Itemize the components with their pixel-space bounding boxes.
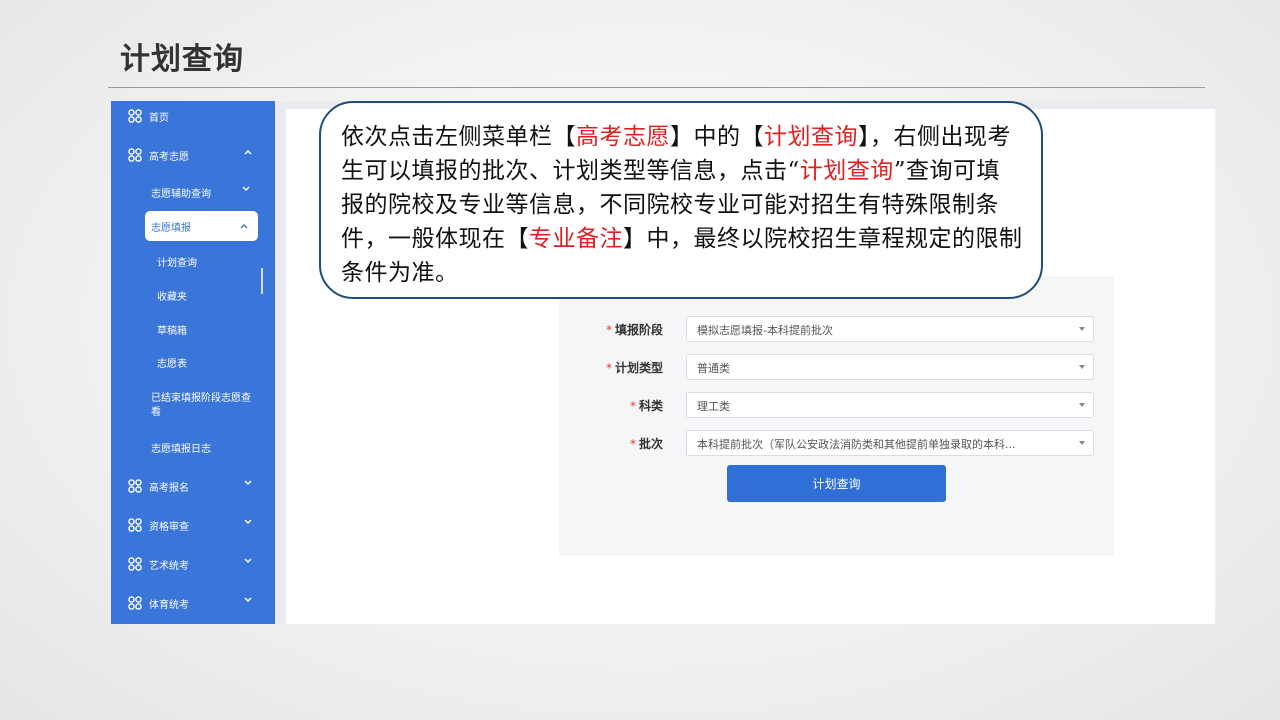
chevron-down-icon xyxy=(244,558,252,563)
sidebar-item-label: 志愿表 xyxy=(157,359,187,370)
form-row-subject: * 科类 理工类 xyxy=(559,392,1114,418)
chevron-down-icon xyxy=(242,186,250,191)
caret-down-icon xyxy=(1079,365,1085,369)
title-divider xyxy=(108,87,1205,88)
field-label: * 批次 xyxy=(630,435,663,452)
grid-icon xyxy=(128,596,142,610)
field-label-text: 批次 xyxy=(638,437,663,451)
instruction-callout: 依次点击左侧菜单栏【高考志愿】中的【计划查询】，右侧出现考生可以填报的批次、计划… xyxy=(319,101,1043,299)
grid-icon xyxy=(128,148,142,162)
select-value: 本科提前批次（军队公安政法消防类和其他提前单独录取的本科... xyxy=(697,438,1016,451)
select-value: 模拟志愿填报-本科提前批次 xyxy=(697,324,833,337)
caret-down-icon xyxy=(1079,327,1085,331)
sidebar-item-label: 高考报名 xyxy=(149,483,189,494)
sidebar-item-qualification[interactable]: 资格审查 xyxy=(111,511,275,539)
sidebar-item-log[interactable]: 志愿填报日志 xyxy=(111,433,275,461)
field-label-text: 填报阶段 xyxy=(614,323,663,337)
sidebar-item-label: 体育统考 xyxy=(149,600,189,611)
sidebar-item-assist-query[interactable]: 志愿辅助查询 xyxy=(111,178,275,206)
batch-select[interactable]: 本科提前批次（军队公安政法消防类和其他提前单独录取的本科... xyxy=(686,430,1094,456)
field-label: * 计划类型 xyxy=(606,359,663,376)
sidebar-item-home[interactable]: 首页 xyxy=(111,102,275,130)
grid-icon xyxy=(128,557,142,571)
sidebar-item-label: 志愿填报日志 xyxy=(151,444,211,455)
sidebar-item-label: 艺术统考 xyxy=(149,561,189,572)
sidebar-item-ended-view[interactable]: 已结束填报阶段志愿查看 xyxy=(111,385,275,423)
field-label: * 科类 xyxy=(630,397,663,414)
required-mark: * xyxy=(605,361,612,375)
sidebar-item-label: 已结束填报阶段志愿查看 xyxy=(151,393,251,418)
chevron-up-icon xyxy=(244,150,252,155)
grid-icon xyxy=(128,109,142,123)
sidebar-item-art-exam[interactable]: 艺术统考 xyxy=(111,550,275,578)
caret-down-icon xyxy=(1079,403,1085,407)
stage-select[interactable]: 模拟志愿填报-本科提前批次 xyxy=(686,316,1094,342)
callout-highlight: 专业备注 xyxy=(529,226,623,252)
sidebar-item-label: 资格审查 xyxy=(149,522,189,533)
required-mark: * xyxy=(605,323,612,337)
select-value: 理工类 xyxy=(697,400,730,413)
field-label-text: 科类 xyxy=(638,399,663,413)
field-label-text: 计划类型 xyxy=(614,361,663,375)
required-mark: * xyxy=(629,437,636,451)
sidebar-item-label: 高考志愿 xyxy=(149,152,189,163)
sidebar-item-zhiyuan-tianbao[interactable]: 志愿填报 xyxy=(145,211,258,241)
callout-text: 依次点击左侧菜单栏【 xyxy=(341,124,576,150)
subject-select[interactable]: 理工类 xyxy=(686,392,1094,418)
sidebar-item-label: 收藏夹 xyxy=(157,292,187,303)
sidebar-item-gaokao-baoming[interactable]: 高考报名 xyxy=(111,472,275,500)
sidebar-item-label: 志愿辅助查询 xyxy=(151,189,211,200)
grid-icon xyxy=(128,518,142,532)
sidebar: 首页 高考志愿 志愿辅助查询 志愿填报 计划查询 收藏夹 草稿箱 志愿表 已结束… xyxy=(111,101,275,624)
sidebar-item-label: 草稿箱 xyxy=(157,326,187,337)
required-mark: * xyxy=(629,399,636,413)
sidebar-item-label: 首页 xyxy=(149,113,169,124)
chevron-up-icon xyxy=(240,224,248,229)
chevron-down-icon xyxy=(244,480,252,485)
callout-highlight: 计划查询 xyxy=(764,124,858,150)
sidebar-item-plan-query[interactable]: 计划查询 xyxy=(111,247,275,275)
callout-highlight: 高考志愿 xyxy=(576,124,670,150)
select-value: 普通类 xyxy=(697,362,730,375)
slide-title: 计划查询 xyxy=(120,42,244,77)
sidebar-item-sports-exam[interactable]: 体育统考 xyxy=(111,589,275,617)
plan-query-button[interactable]: 计划查询 xyxy=(727,465,946,502)
chevron-down-icon xyxy=(244,519,252,524)
grid-icon xyxy=(128,479,142,493)
plan-type-select[interactable]: 普通类 xyxy=(686,354,1094,380)
sidebar-item-favorites[interactable]: 收藏夹 xyxy=(111,281,275,309)
callout-text: 】中的【 xyxy=(670,124,764,150)
sidebar-item-label: 志愿填报 xyxy=(151,223,191,234)
form-row-plan-type: * 计划类型 普通类 xyxy=(559,354,1114,380)
plan-query-form: *填报阶段 模拟志愿填报-本科提前批次 *计划类型 普通类 *科类 理工类 xyxy=(559,276,1114,556)
field-label: * 填报阶段 xyxy=(606,321,663,338)
callout-highlight: 计划查询 xyxy=(799,158,894,184)
form-row-stage: * 填报阶段 模拟志愿填报-本科提前批次 xyxy=(559,316,1114,342)
chevron-down-icon xyxy=(244,597,252,602)
form-row-batch: * 批次 本科提前批次（军队公安政法消防类和其他提前单独录取的本科... xyxy=(559,430,1114,456)
sidebar-item-drafts[interactable]: 草稿箱 xyxy=(111,315,275,343)
caret-down-icon xyxy=(1079,441,1085,445)
sidebar-item-zhiyuan-table[interactable]: 志愿表 xyxy=(111,348,275,376)
sidebar-item-label: 计划查询 xyxy=(157,258,197,269)
sidebar-item-gaokao-zhiyuan[interactable]: 高考志愿 xyxy=(111,141,275,169)
